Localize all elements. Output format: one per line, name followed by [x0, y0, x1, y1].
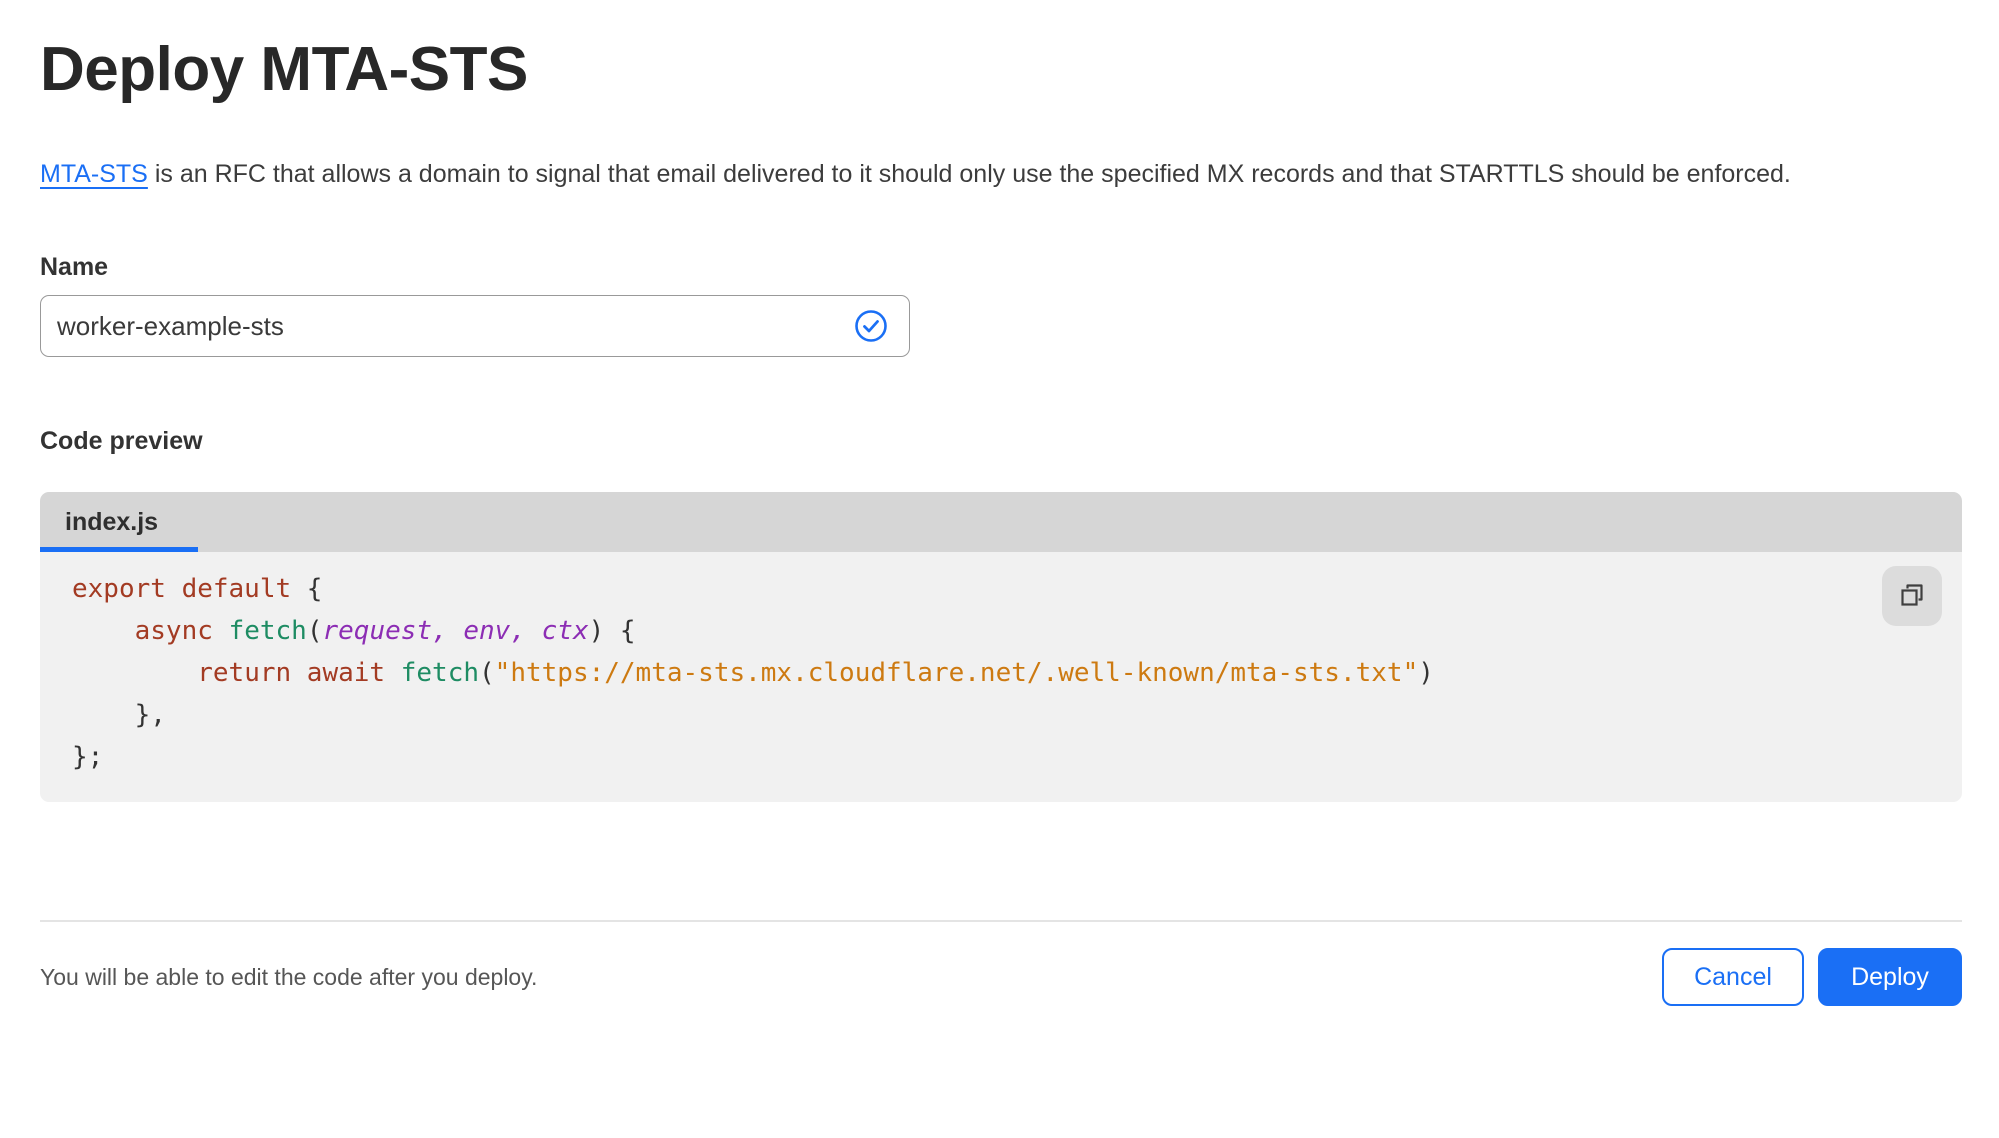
mta-sts-link[interactable]: MTA-STS [40, 160, 148, 188]
copy-icon [1898, 581, 1926, 612]
check-circle-icon [854, 309, 888, 343]
code-preview-label: Code preview [40, 427, 203, 456]
deploy-button[interactable]: Deploy [1818, 948, 1962, 1007]
footer-divider [40, 920, 1962, 923]
code-line: }; [72, 742, 104, 773]
tab-index-js[interactable]: index.js [40, 492, 188, 552]
code-block: export default { async fetch(request, en… [72, 568, 1882, 778]
code-line: async fetch(request, env, ctx) { [134, 616, 636, 647]
code-tab-bar: index.js [40, 492, 1962, 553]
page-description-text: is an RFC that allows a domain to signal… [147, 160, 1791, 189]
name-input[interactable] [40, 295, 910, 358]
code-line: export default { [72, 574, 323, 605]
code-line: }, [72, 700, 166, 731]
footer-actions: Cancel Deploy [1662, 948, 1962, 1007]
name-input-wrap [40, 295, 910, 358]
tab-index-js-label: index.js [65, 507, 159, 536]
code-line: return await fetch("https://mta-sts.mx.c… [197, 658, 1434, 689]
name-label: Name [40, 253, 109, 282]
code-preview-card: index.js export default { async fetch(re… [40, 492, 1962, 803]
footer-bar: You will be able to edit the code after … [40, 948, 1962, 1007]
copy-code-button[interactable] [1882, 566, 1942, 627]
cancel-button[interactable]: Cancel [1662, 948, 1804, 1007]
page-description: MTA-STS is an RFC that allows a domain t… [40, 152, 1950, 197]
deploy-mta-sts-page: Deploy MTA-STS MTA-STS is an RFC that al… [0, 0, 1962, 1007]
page-title: Deploy MTA-STS [40, 35, 528, 104]
code-editor: export default { async fetch(request, en… [40, 552, 1962, 803]
footer-note: You will be able to edit the code after … [40, 963, 538, 990]
